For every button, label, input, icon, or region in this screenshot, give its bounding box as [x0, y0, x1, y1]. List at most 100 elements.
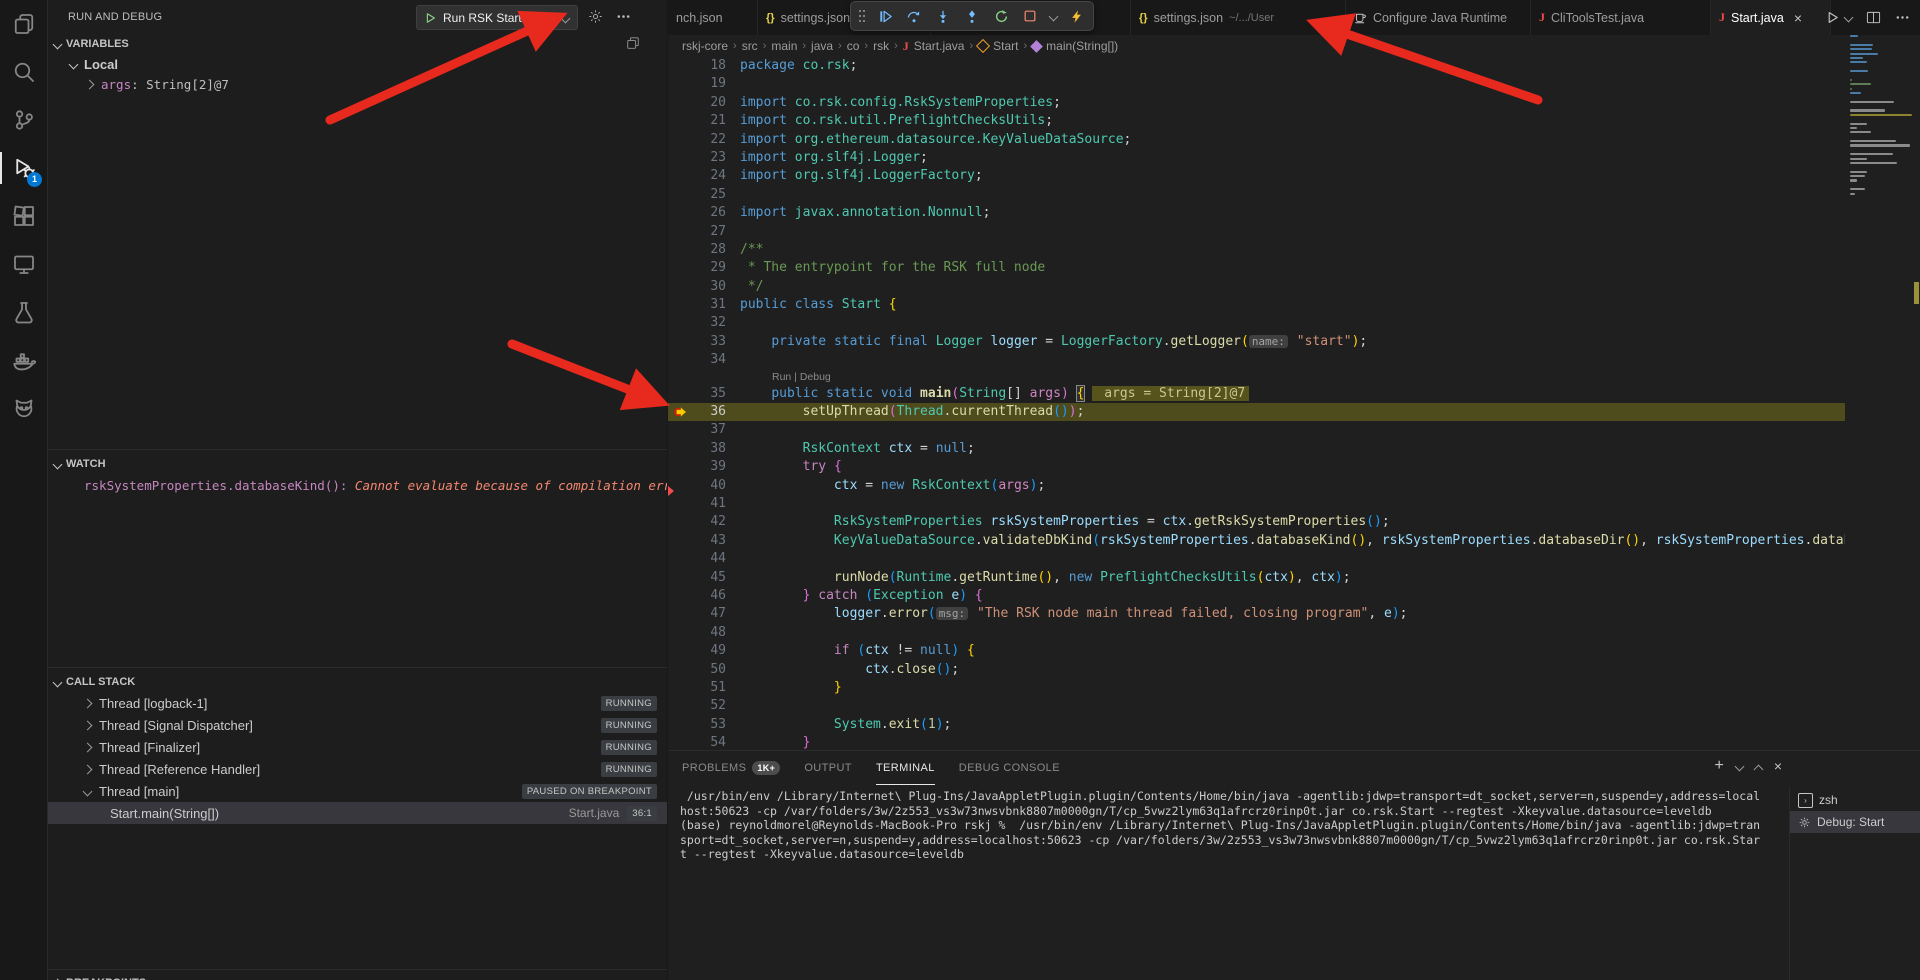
call-stack-header[interactable]: CALL STACK [48, 672, 667, 692]
line-number[interactable]: 49 [668, 642, 726, 660]
line-number[interactable]: 41 [668, 495, 726, 513]
activity-files-icon[interactable] [0, 0, 47, 48]
line-number[interactable]: 35 [668, 385, 726, 403]
panel-tab-output[interactable]: OUTPUT [804, 751, 852, 785]
breadcrumb-item[interactable]: main [771, 39, 797, 53]
line-number[interactable]: 36 [668, 403, 726, 421]
run-java-icon[interactable] [1825, 10, 1852, 25]
watch-header[interactable]: WATCH [48, 454, 667, 474]
tab-nch-json[interactable]: nch.json [668, 0, 758, 35]
activity-search-icon[interactable] [0, 48, 47, 96]
breakpoints-header[interactable]: BREAKPOINTS [48, 973, 667, 980]
activity-extension-pet-icon[interactable] [0, 384, 47, 432]
line-number[interactable]: 39 [668, 458, 726, 476]
line-number[interactable]: 26 [668, 204, 726, 222]
thread-row[interactable]: Thread [logback-1]RUNNING [48, 692, 667, 714]
thread-row[interactable]: Thread [Reference Handler]RUNNING [48, 758, 667, 780]
line-number[interactable]: 48 [668, 624, 726, 642]
tab-settings-json[interactable]: {}settings.json~/.../User [1131, 0, 1346, 35]
activity-remote-explorer-icon[interactable] [0, 240, 47, 288]
run-play-icon[interactable] [423, 11, 437, 25]
step-out-icon[interactable] [961, 5, 983, 27]
watch-expression-row[interactable]: rskSystemProperties.databaseKind(): Cann… [84, 478, 667, 493]
launch-config-label[interactable]: Run RSK Start [443, 11, 522, 25]
breadcrumb-item[interactable]: rsk [873, 39, 889, 53]
variable-args[interactable]: args : String[2]@7 [48, 74, 667, 94]
close-icon[interactable]: × [1794, 10, 1802, 26]
activity-testing-icon[interactable] [0, 288, 47, 336]
line-number[interactable]: 46 [668, 587, 726, 605]
line-number[interactable]: 34 [668, 351, 726, 369]
line-number[interactable]: 24 [668, 167, 726, 185]
line-number[interactable]: 28 [668, 241, 726, 259]
tab-configure-java-runtime[interactable]: Configure Java Runtime [1346, 0, 1531, 35]
line-number[interactable]: 29 [668, 259, 726, 277]
activity-run-debug-icon[interactable]: 1 [0, 144, 47, 192]
codelens-run-debug[interactable]: Run | Debug [668, 370, 1845, 385]
breadcrumb-item[interactable]: JStart.java [903, 39, 965, 54]
line-number[interactable]: 32 [668, 314, 726, 332]
bolt-icon[interactable] [1065, 5, 1087, 27]
activity-source-control-icon[interactable] [0, 96, 47, 144]
line-number[interactable]: 33 [668, 333, 726, 351]
line-number[interactable]: 18 [668, 57, 726, 75]
chevron-up-icon[interactable] [1755, 761, 1762, 777]
line-number[interactable]: 52 [668, 697, 726, 715]
line-number[interactable]: 43 [668, 532, 726, 550]
line-number[interactable]: 44 [668, 550, 726, 568]
chevron-down-icon[interactable] [1048, 5, 1058, 27]
new-terminal-icon[interactable]: + [1714, 758, 1723, 774]
panel-tab-debug-console[interactable]: DEBUG CONSOLE [959, 751, 1060, 785]
line-number[interactable]: 40 [668, 477, 726, 495]
breadcrumb-item[interactable]: Start [978, 39, 1018, 53]
breadcrumb-item[interactable]: src [742, 39, 758, 53]
line-number[interactable]: 20 [668, 94, 726, 112]
thread-row[interactable]: Thread [Finalizer]RUNNING [48, 736, 667, 758]
close-panel-icon[interactable]: × [1774, 758, 1782, 774]
breadcrumb-item[interactable]: java [811, 39, 833, 53]
breadcrumb-item[interactable]: co [847, 39, 860, 53]
toolbar-drag-grip[interactable] [857, 5, 867, 27]
stack-frame-row[interactable]: Start.main(String[])Start.java36:1 [48, 802, 667, 824]
line-number[interactable]: 31 [668, 296, 726, 314]
line-number[interactable]: 47 [668, 605, 726, 623]
launch-config-dropdown[interactable]: Run RSK Start [416, 5, 578, 30]
line-number[interactable]: 27 [668, 223, 726, 241]
line-number[interactable]: 30 [668, 278, 726, 296]
line-number[interactable]: 53 [668, 716, 726, 734]
split-editor-icon[interactable] [1866, 10, 1881, 25]
activity-docker-icon[interactable] [0, 336, 47, 384]
overview-ruler[interactable] [1913, 0, 1920, 750]
line-number[interactable]: 45 [668, 569, 726, 587]
activity-extensions-icon[interactable] [0, 192, 47, 240]
minimap[interactable] [1850, 35, 1912, 750]
line-number[interactable]: 22 [668, 131, 726, 149]
thread-row[interactable]: Thread [Signal Dispatcher]RUNNING [48, 714, 667, 736]
line-number[interactable]: 25 [668, 186, 726, 204]
line-number[interactable]: 23 [668, 149, 726, 167]
line-number[interactable]: 21 [668, 112, 726, 130]
stop-icon[interactable] [1019, 5, 1041, 27]
breadcrumb-item[interactable]: main(String[]) [1032, 39, 1118, 53]
more-actions-icon[interactable] [616, 9, 631, 29]
tab-start-java[interactable]: JStart.java× [1711, 0, 1831, 35]
session-debug-start[interactable]: Debug: Start [1790, 811, 1920, 833]
gear-icon[interactable] [588, 9, 603, 29]
continue-icon[interactable] [874, 5, 896, 27]
line-number[interactable]: 51 [668, 679, 726, 697]
variables-header[interactable]: VARIABLES [48, 34, 667, 54]
line-number[interactable]: 54 [668, 734, 726, 750]
session-zsh[interactable]: ›zsh [1790, 789, 1920, 811]
line-number[interactable]: 37 [668, 421, 726, 439]
panel-tab-terminal[interactable]: TERMINAL [876, 751, 935, 785]
line-number[interactable]: 50 [668, 661, 726, 679]
chevron-down-icon[interactable] [1736, 758, 1743, 774]
more-actions-icon[interactable] [1895, 10, 1910, 25]
code-editor[interactable]: 18package co.rsk;1920import co.rsk.confi… [668, 57, 1845, 750]
chevron-down-icon[interactable] [562, 9, 569, 27]
tab-clitoolstest-java[interactable]: JCliToolsTest.java [1531, 0, 1711, 35]
line-number[interactable]: 42 [668, 513, 726, 531]
line-number[interactable]: 38 [668, 440, 726, 458]
scope-local[interactable]: Local [48, 54, 667, 74]
step-into-icon[interactable] [932, 5, 954, 27]
